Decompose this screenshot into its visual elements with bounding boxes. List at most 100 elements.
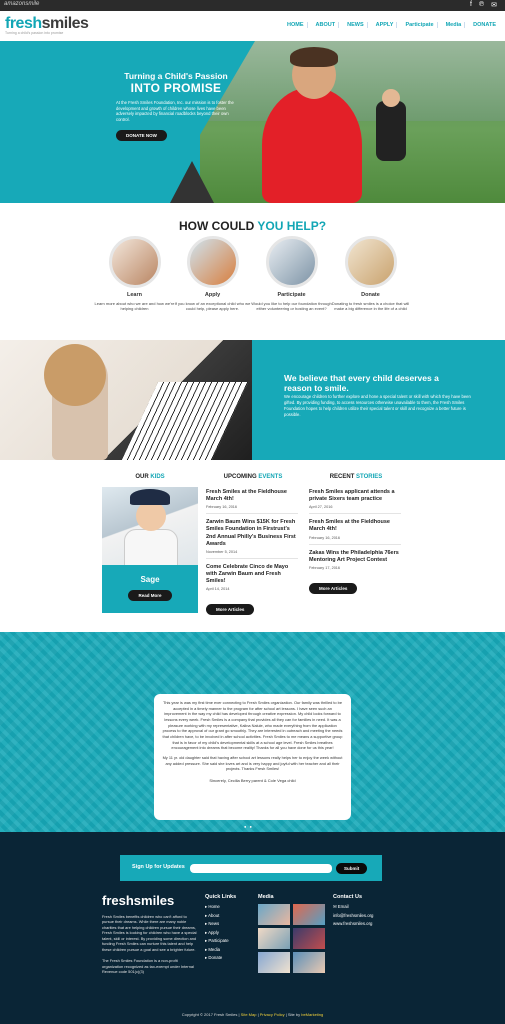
event-title[interactable]: Come Celebrate Cinco de Mayo with Zarwin…: [206, 564, 298, 585]
piano-girl-photo: [0, 340, 252, 460]
email-icon[interactable]: ✉: [491, 1, 497, 9]
kid-photo: [102, 487, 198, 565]
media-thumb[interactable]: [258, 928, 290, 949]
help-item-label: Donate: [361, 292, 380, 298]
footer-logo[interactable]: freshsmiles: [102, 893, 174, 908]
event-item[interactable]: Come Celebrate Cinco de Mayo with Zarwin…: [206, 562, 298, 595]
testimonial-card: This year is was my first time ever conn…: [154, 694, 351, 820]
help-item-desc: If you know of an exceptional child who …: [174, 301, 251, 312]
contact-title: Contact Us: [333, 894, 363, 900]
help-item-label: Participate: [277, 292, 306, 298]
story-title[interactable]: Fresh Smiles applicant attends a private…: [309, 489, 401, 503]
hero-banner: Turning a Child's Passion INTO PROMISE A…: [0, 41, 505, 203]
featured-kid-card: Sage Read More: [102, 487, 198, 613]
story-item[interactable]: Fresh Smiles applicant attends a private…: [309, 487, 401, 515]
help-item-learn[interactable]: Learn Learn more about who we are and ho…: [92, 236, 177, 312]
footer-link-donate[interactable]: ▸ Donate: [205, 955, 236, 961]
quick-links-title: Quick Links: [205, 894, 237, 900]
kid-name: Sage: [140, 575, 160, 584]
site-logo[interactable]: freshsmiles Turning a child's passion in…: [5, 15, 95, 35]
footer-contact: Contact Us ✉ Email info@freshsmiles.org …: [333, 894, 373, 929]
footer-nonprofit-text: The Fresh Smiles Foundation is a non-pro…: [102, 958, 194, 975]
hero-title: INTO PROMISE: [130, 81, 222, 95]
story-item[interactable]: Zakas Wins the Philadelphia 76ers Mentor…: [309, 548, 401, 574]
stories-list: Fresh Smiles applicant attends a private…: [309, 487, 401, 595]
amazon-smile-logo[interactable]: amazonsmile: [4, 1, 39, 7]
learn-photo: [108, 236, 161, 288]
media-thumb[interactable]: [258, 952, 290, 973]
facebook-icon[interactable]: f: [470, 1, 472, 9]
footer-link-news[interactable]: ▸ News: [205, 921, 236, 927]
footer-about-text: Fresh Smiles benefits children who can't…: [102, 914, 197, 952]
story-title[interactable]: Zakas Wins the Philadelphia 76ers Mentor…: [309, 550, 401, 564]
slider-dots[interactable]: ● ●: [244, 824, 253, 829]
nav-about[interactable]: ABOUT: [313, 22, 340, 28]
privacy-policy-link[interactable]: Privacy Policy: [260, 1012, 285, 1017]
footer-link-media[interactable]: ▸ Media: [205, 947, 236, 953]
help-item-desc: Would you like to help our foundation th…: [251, 301, 332, 312]
hero-text: Turning a Child's Passion INTO PROMISE A…: [116, 71, 236, 142]
nav-donate[interactable]: DONATE: [470, 22, 499, 28]
nav-home[interactable]: HOME: [284, 22, 308, 28]
nav-news[interactable]: NEWS: [344, 22, 368, 28]
contact-website-link[interactable]: www.freshsmiles.org: [333, 921, 373, 926]
stories-more-articles-button[interactable]: More Articles: [309, 582, 358, 594]
believe-body: We encourage children to further explore…: [284, 394, 471, 417]
event-title[interactable]: Fresh Smiles at the Fieldhouse March 4th…: [206, 489, 298, 503]
media-thumb[interactable]: [258, 904, 290, 925]
nav-participate[interactable]: Participate: [402, 22, 438, 28]
story-date: February 17, 2016: [309, 565, 341, 570]
story-date: April 27, 2016: [309, 505, 333, 510]
copyright: Copyright © 2017 Fresh Smiles | Site Map…: [181, 1012, 324, 1017]
submit-button[interactable]: Submit: [336, 863, 368, 874]
testimonial-quote-2: My 11 yr. old daughter said that having …: [162, 754, 343, 772]
help-item-desc: Donating to fresh smiles is a choice tha…: [331, 301, 410, 312]
nav-media[interactable]: Media: [443, 22, 466, 28]
contact-email-label[interactable]: ✉ Email: [333, 904, 373, 910]
media-grid: [258, 904, 328, 973]
site-map-link[interactable]: Site Map: [241, 1012, 257, 1017]
footer-link-home[interactable]: ▸ Home: [205, 904, 236, 910]
contact-email-link[interactable]: info@freshsmiles.org: [333, 913, 373, 918]
media-thumb[interactable]: [293, 904, 325, 925]
help-item-donate[interactable]: Donate Donating to fresh smiles is a cho…: [328, 236, 413, 312]
testimonial-quote: This year is was my first time ever conn…: [162, 700, 343, 751]
media-title: Media: [258, 894, 274, 900]
events-more-articles-button[interactable]: More Articles: [206, 604, 255, 616]
help-title: HOW COULD YOU HELP?: [178, 219, 327, 233]
donate-photo: [344, 236, 397, 288]
event-item[interactable]: Zarwin Baum Wins $15K for Fresh Smiles F…: [206, 517, 298, 559]
participate-photo: [265, 236, 318, 288]
media-thumb[interactable]: [293, 952, 325, 973]
event-date: February 16, 2016: [206, 505, 238, 510]
help-item-label: Apply: [204, 292, 221, 298]
our-kids-title: OUR KIDS: [135, 474, 165, 480]
media-thumb[interactable]: [293, 928, 325, 949]
read-more-button[interactable]: Read More: [128, 590, 172, 601]
nav-apply[interactable]: APPLY: [373, 22, 398, 28]
social-links: f ℗ ✉: [470, 1, 497, 9]
help-item-label: Learn: [127, 292, 142, 298]
pinterest-icon[interactable]: ℗: [479, 1, 484, 9]
recent-stories-title: RECENT STORIES: [329, 474, 383, 480]
apply-photo: [186, 236, 239, 288]
believe-section: We believe that every child deserves a r…: [0, 340, 505, 460]
story-item[interactable]: Fresh Smiles at the Fieldhouse March 4th…: [309, 517, 401, 545]
event-title[interactable]: Zarwin Baum Wins $15K for Fresh Smiles F…: [206, 519, 298, 548]
help-item-apply[interactable]: Apply If you know of an exceptional chil…: [170, 236, 255, 312]
news-section: OUR KIDS UPCOMING EVENTS RECENT STORIES …: [0, 460, 505, 632]
signup-email-input[interactable]: [190, 864, 332, 873]
upcoming-events-title: UPCOMING EVENTS: [223, 474, 283, 480]
event-item[interactable]: Fresh Smiles at the Fieldhouse March 4th…: [206, 487, 298, 515]
event-date: April 14, 2014: [206, 587, 230, 592]
site-footer: freshsmiles Fresh Smiles benefits childr…: [0, 888, 505, 1024]
main-nav: HOME ABOUT NEWS APPLY Participate Media …: [284, 22, 499, 28]
footer-link-about[interactable]: ▸ About: [205, 913, 236, 919]
footer-link-apply[interactable]: ▸ Apply: [205, 930, 236, 936]
bemarketing-link[interactable]: beMarketing: [301, 1012, 323, 1017]
help-item-participate[interactable]: Participate Would you like to help our f…: [249, 236, 334, 312]
donate-now-button[interactable]: DONATE NOW: [116, 129, 167, 141]
footer-link-participate[interactable]: ▸ Participate: [205, 938, 236, 944]
help-section: HOW COULD YOU HELP? Learn Learn more abo…: [0, 203, 505, 340]
story-title[interactable]: Fresh Smiles at the Fieldhouse March 4th…: [309, 519, 401, 533]
